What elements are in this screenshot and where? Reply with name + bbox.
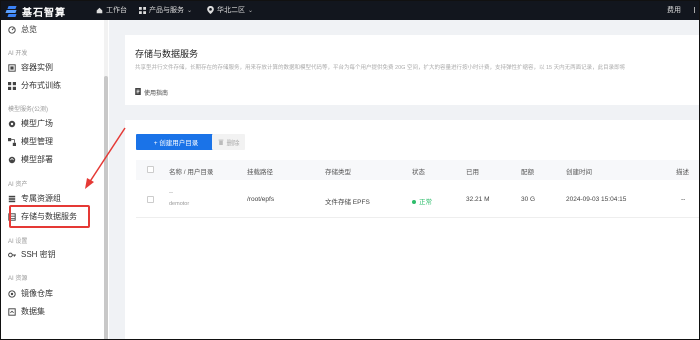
sidebar-item-label: 专属资源组	[21, 194, 61, 203]
row-created-time: 2024-09-03 15:04:15	[566, 196, 627, 203]
chevron-down-icon: ⌄	[187, 7, 193, 14]
row-user-directory: demotor	[169, 201, 190, 207]
model-square-icon	[8, 120, 16, 128]
sidebar-item-distributed[interactable]: 分布式训练	[8, 80, 61, 91]
sidebar-scrollbar-thumb[interactable]	[104, 76, 108, 339]
distributed-icon	[8, 81, 16, 90]
chevron-down-icon: ⌄	[248, 7, 254, 14]
document-icon	[135, 88, 141, 97]
column-header-quota: 配额	[521, 169, 534, 176]
sidebar-item-image-repo[interactable]: 镜像仓库	[8, 288, 53, 299]
intro-card: 存储与数据服务 共享型并行文件存储，长期存在的存储服务，用来存放计算的数据和模型…	[125, 35, 699, 105]
usage-guide-label: 使用指南	[144, 91, 169, 97]
status-badge: 正常	[412, 196, 432, 206]
column-header-mount: 挂载路径	[247, 169, 273, 176]
column-header-status: 状态	[412, 169, 425, 176]
row-name: --	[169, 190, 173, 196]
column-header-created: 创建时间	[566, 169, 592, 176]
directory-list-card: + 创建用户目录 删除 名称 / 用户目录 挂载路径 存储类型 状态 已用 配额…	[125, 120, 699, 339]
screenshot-frame: 基石智算 工作台 产品与服务 ⌄ 华北二区 ⌄ 费用 总览 AI 开发 容器实例…	[0, 0, 700, 340]
sidebar-item-model-square[interactable]: 模型广场	[8, 118, 53, 129]
nav-workbench-label: 工作台	[106, 7, 127, 14]
table-header: 名称 / 用户目录 挂载路径 存储类型 状态 已用 配额 创建时间 描述	[136, 160, 699, 180]
sidebar-item-dataset[interactable]: 数据集	[8, 306, 45, 317]
create-user-directory-button[interactable]: + 创建用户目录	[136, 134, 216, 150]
image-repo-icon	[8, 289, 16, 298]
row-used: 32.21 M	[466, 196, 490, 203]
nav-workbench[interactable]: 工作台	[96, 5, 127, 15]
sidebar-group-title: 模型服务(公测)	[8, 107, 48, 113]
sidebar-item-model-manage[interactable]: 模型管理	[8, 136, 53, 147]
highlight-box	[9, 205, 90, 228]
row-storage-type: 文件存储 EPFS	[325, 199, 370, 206]
page-title: 存储与数据服务	[135, 49, 199, 59]
nav-products[interactable]: 产品与服务 ⌄	[139, 5, 192, 15]
delete-label: 删除	[226, 140, 240, 147]
resource-group-icon	[8, 195, 16, 203]
sidebar-item-model-deploy[interactable]: 模型部署	[8, 154, 53, 165]
fee-menu[interactable]: 费用	[667, 5, 681, 15]
status-dot-icon	[412, 200, 416, 205]
table-row[interactable]: -- demotor /root/epfs 文件存储 EPFS 正常 32.21…	[136, 182, 699, 218]
sidebar-item-label: 模型广场	[21, 119, 53, 128]
row-quota: 30 G	[521, 196, 536, 203]
dataset-icon	[8, 307, 16, 316]
region-selector[interactable]: 华北二区 ⌄	[207, 5, 253, 15]
column-header-name[interactable]: 名称 / 用户目录	[169, 166, 213, 176]
sidebar-item-container[interactable]: 容器实例	[8, 62, 53, 73]
container-icon	[8, 63, 16, 72]
sidebar-item-label: 分布式训练	[21, 81, 61, 90]
brand-name: 基石智算	[22, 8, 66, 19]
sidebar-item-label: 数据集	[21, 307, 45, 316]
sidebar-item-resource-group[interactable]: 专属资源组	[8, 193, 61, 204]
dashboard-icon	[8, 25, 16, 34]
grid-icon	[139, 6, 146, 14]
page-description: 共享型并行文件存储，长期存在的存储服务，用来存放计算的数据和模型代码等，平台为每…	[135, 65, 626, 71]
key-icon	[8, 251, 16, 259]
sidebar-item-label: 模型管理	[21, 137, 53, 146]
divider	[689, 7, 695, 13]
region-label: 华北二区	[217, 7, 245, 14]
top-bar: 基石智算 工作台 产品与服务 ⌄ 华北二区 ⌄ 费用	[1, 1, 699, 20]
usage-guide-link[interactable]: 使用指南	[135, 88, 168, 97]
sidebar-item-label: 镜像仓库	[21, 289, 53, 298]
sidebar-group-title: AI 设置	[8, 239, 28, 245]
model-deploy-icon	[8, 156, 16, 164]
sidebar-group-title: AI 开发	[8, 51, 28, 57]
sidebar-item-label: SSH 密钥	[21, 250, 56, 259]
delete-button[interactable]: 删除	[212, 134, 245, 150]
select-all-checkbox[interactable]	[147, 166, 154, 173]
row-description: --	[681, 196, 686, 203]
sidebar-item-ssh-key[interactable]: SSH 密钥	[8, 249, 56, 260]
sidebar-group-title: AI 资源	[8, 276, 28, 282]
sidebar-item-overview[interactable]: 总览	[8, 24, 37, 35]
logo-icon	[5, 5, 18, 18]
model-manage-icon	[8, 137, 16, 146]
sidebar-item-label: 模型部署	[21, 155, 53, 164]
column-header-desc: 描述	[676, 169, 689, 176]
column-header-type: 存储类型	[325, 169, 351, 176]
sidebar-item-label: 容器实例	[21, 63, 53, 72]
nav-products-label: 产品与服务	[149, 7, 184, 14]
sidebar-item-label: 总览	[21, 25, 37, 34]
brand-logo[interactable]: 基石智算	[5, 4, 66, 19]
row-checkbox[interactable]	[147, 196, 154, 203]
location-icon	[207, 6, 214, 14]
row-mount-path: /root/epfs	[247, 196, 275, 203]
trash-icon	[218, 139, 223, 145]
sidebar-group-title: AI 资产	[8, 182, 28, 188]
column-header-used: 已用	[466, 169, 479, 176]
home-icon	[96, 7, 103, 13]
status-text: 正常	[419, 199, 432, 206]
